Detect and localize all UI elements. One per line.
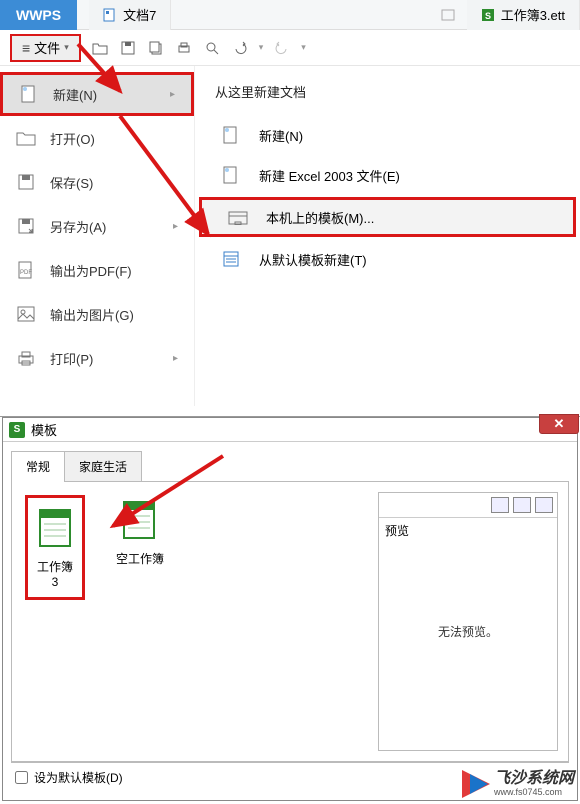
wps-w-icon: W: [16, 7, 29, 23]
tab-doc7-label: 文档7: [123, 5, 156, 24]
template-blank-label: 空工作簿: [110, 550, 170, 567]
right-new-excel2003-label: 新建 Excel 2003 文件(E): [259, 166, 400, 185]
undo-chevron-icon[interactable]: ▾: [259, 42, 264, 53]
default-template-icon: [221, 249, 241, 269]
menu-print-label: 打印(P): [50, 349, 93, 368]
submenu-arrow-icon: ▸: [170, 89, 175, 100]
tab-doc7[interactable]: 文档7: [89, 0, 171, 30]
new-doc-heading: 从这里新建文档: [195, 78, 580, 115]
right-local-template-label: 本机上的模板(M)...: [266, 208, 374, 227]
submenu-arrow-icon: ▸: [173, 353, 178, 364]
svg-text:S: S: [485, 11, 491, 21]
menu-open[interactable]: 打开(O): [0, 116, 194, 160]
wps-brand-button[interactable]: W WPS: [0, 0, 77, 30]
right-new-excel2003[interactable]: 新建 Excel 2003 文件(E): [195, 155, 580, 195]
view-details-button[interactable]: [535, 497, 553, 513]
new-doc-icon: [19, 84, 39, 104]
view-list-button[interactable]: [513, 497, 531, 513]
right-local-template[interactable]: 本机上的模板(M)...: [199, 197, 576, 237]
preview-pane: 预览 无法预览。: [378, 492, 558, 751]
file-menu-button[interactable]: ≡ 文件 ▾: [10, 34, 81, 62]
template-blank-workbook[interactable]: 空工作簿: [110, 498, 170, 567]
menu-save-label: 保存(S): [50, 173, 93, 192]
menu-export-pdf-label: 输出为PDF(F): [50, 261, 132, 280]
wps-label: WPS: [29, 7, 61, 23]
menu-new[interactable]: 新建(N) ▸: [0, 72, 194, 116]
svg-text:PDF: PDF: [20, 270, 32, 276]
watermark-line1: 飞沙系统网: [494, 770, 574, 788]
template-thumb-icon: [34, 506, 78, 550]
tab-workbook3-label: 工作簿3.ett: [501, 5, 565, 24]
template-dialog: ✕ S 模板 常规 家庭生活 工作簿3 空工作簿: [2, 417, 578, 801]
watermark-line2: www.fs0745.com: [494, 788, 574, 798]
spreadsheet-icon: S: [481, 8, 495, 22]
excel-doc-icon: [221, 165, 241, 185]
right-default-template-label: 从默认模板新建(T): [259, 250, 367, 269]
dialog-tab-general[interactable]: 常规: [11, 451, 65, 482]
printer-icon: [16, 348, 36, 368]
menu-print[interactable]: 打印(P) ▸: [0, 336, 194, 380]
menu-export-img[interactable]: 输出为图片(G): [0, 292, 194, 336]
doc-icon: [103, 8, 117, 22]
print-quick-icon[interactable]: [175, 39, 193, 57]
menu-new-label: 新建(N): [53, 85, 97, 104]
right-new-label: 新建(N): [259, 126, 303, 145]
menu-export-img-label: 输出为图片(G): [50, 305, 134, 324]
save-icon[interactable]: [119, 39, 137, 57]
redo-icon[interactable]: [273, 39, 291, 57]
right-new[interactable]: 新建(N): [195, 115, 580, 155]
watermark-logo-icon: [462, 770, 490, 798]
chevron-down-icon: ▾: [64, 42, 69, 53]
template-icon: [228, 207, 248, 227]
menu-saveas[interactable]: 另存为(A) ▸: [0, 204, 194, 248]
menu-save[interactable]: 保存(S): [0, 160, 194, 204]
hamburger-icon: ≡: [22, 40, 30, 56]
right-default-template[interactable]: 从默认模板新建(T): [195, 239, 580, 279]
set-default-label: 设为默认模板(D): [34, 769, 123, 786]
saveas-icon: [16, 216, 36, 236]
preview-empty-text: 无法预览。: [379, 543, 557, 720]
tab-workbook3[interactable]: S 工作簿3.ett: [467, 0, 580, 30]
toolbar-overflow-icon[interactable]: ▾: [301, 42, 306, 53]
folder-icon: [16, 128, 36, 148]
image-export-icon: [16, 304, 36, 324]
pdf-icon: PDF: [16, 260, 36, 280]
save-disk-icon: [16, 172, 36, 192]
dialog-title-text: 模板: [31, 420, 57, 439]
preview-label: 预览: [379, 518, 557, 543]
submenu-arrow-icon: ▸: [173, 221, 178, 232]
view-large-icons-button[interactable]: [491, 497, 509, 513]
set-default-checkbox-input[interactable]: [15, 771, 28, 784]
menu-open-label: 打开(O): [50, 129, 95, 148]
dialog-app-icon: S: [9, 422, 25, 438]
watermark: 飞沙系统网 www.fs0745.com: [462, 770, 574, 798]
dialog-tab-family[interactable]: 家庭生活: [64, 451, 142, 482]
set-default-checkbox[interactable]: 设为默认模板(D): [15, 769, 123, 786]
dialog-close-button[interactable]: ✕: [539, 414, 579, 434]
template-workbook3[interactable]: 工作簿3: [25, 495, 85, 600]
menu-export-pdf[interactable]: PDF 输出为PDF(F): [0, 248, 194, 292]
template-workbook3-label: 工作簿3: [34, 558, 76, 589]
copy-icon[interactable]: [147, 39, 165, 57]
menu-saveas-label: 另存为(A): [50, 217, 106, 236]
blank-doc-icon: [221, 125, 241, 145]
folder-open-icon[interactable]: [91, 39, 109, 57]
template-thumb-icon: [118, 498, 162, 542]
tab-indicator-icon: [431, 8, 465, 22]
undo-icon[interactable]: [231, 39, 249, 57]
file-label: 文件: [34, 38, 60, 57]
print-preview-icon[interactable]: [203, 39, 221, 57]
